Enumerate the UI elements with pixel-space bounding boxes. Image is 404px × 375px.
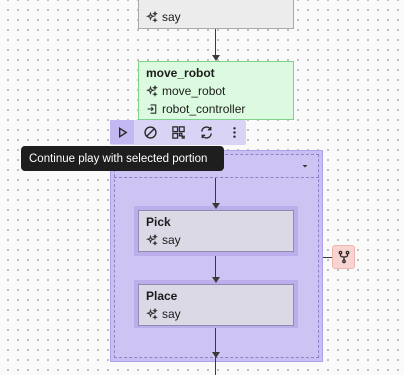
grid-icon <box>171 125 185 139</box>
node-row: move_robot <box>146 84 225 98</box>
node-title: Place <box>146 289 178 303</box>
disable-button[interactable] <box>138 120 162 144</box>
login-icon <box>147 104 157 114</box>
sparkles-icon <box>146 308 158 320</box>
git-fork-icon <box>338 250 349 264</box>
refresh-icon <box>200 125 212 139</box>
branch-connector <box>323 257 332 258</box>
node-row: robot_controller <box>146 102 245 116</box>
tooltip: Continue play with selected portion <box>21 146 224 171</box>
node-row-label: robot_controller <box>162 102 246 116</box>
sparkles-icon <box>146 234 158 246</box>
edge-arrowhead <box>211 352 220 358</box>
play-button[interactable] <box>110 120 134 144</box>
edge-arrowhead <box>211 203 220 209</box>
edge-arrowhead <box>211 277 220 283</box>
edge <box>215 29 216 55</box>
node-row-label: move_robot <box>162 84 226 98</box>
node-row-label: say <box>162 233 181 247</box>
node-row-label: say <box>162 10 181 24</box>
layout-button[interactable] <box>166 120 190 144</box>
pick-node[interactable]: Pick say <box>138 210 294 252</box>
say-node[interactable]: say say <box>138 0 294 29</box>
branch-button[interactable] <box>332 245 355 269</box>
ban-icon <box>143 125 157 139</box>
place-node[interactable]: Place say <box>138 284 294 326</box>
node-row-label: say <box>162 307 181 321</box>
node-row: say <box>146 233 181 247</box>
sparkles-icon <box>146 85 158 97</box>
node-row: say <box>146 307 181 321</box>
caret-down-icon[interactable] <box>300 160 310 170</box>
node-title: move_robot <box>146 66 215 80</box>
node-row: say <box>146 10 181 24</box>
tooltip-text: Continue play with selected portion <box>29 152 208 165</box>
node-toolbar <box>110 120 246 145</box>
play-icon <box>118 126 128 138</box>
loop-button[interactable] <box>194 120 218 144</box>
dots-vertical-icon <box>232 126 236 138</box>
node-title: Pick <box>146 215 171 229</box>
sparkles-icon <box>146 11 158 23</box>
more-button[interactable] <box>222 120 246 144</box>
move-robot-node[interactable]: move_robot move_robot robot_controller <box>138 61 294 120</box>
